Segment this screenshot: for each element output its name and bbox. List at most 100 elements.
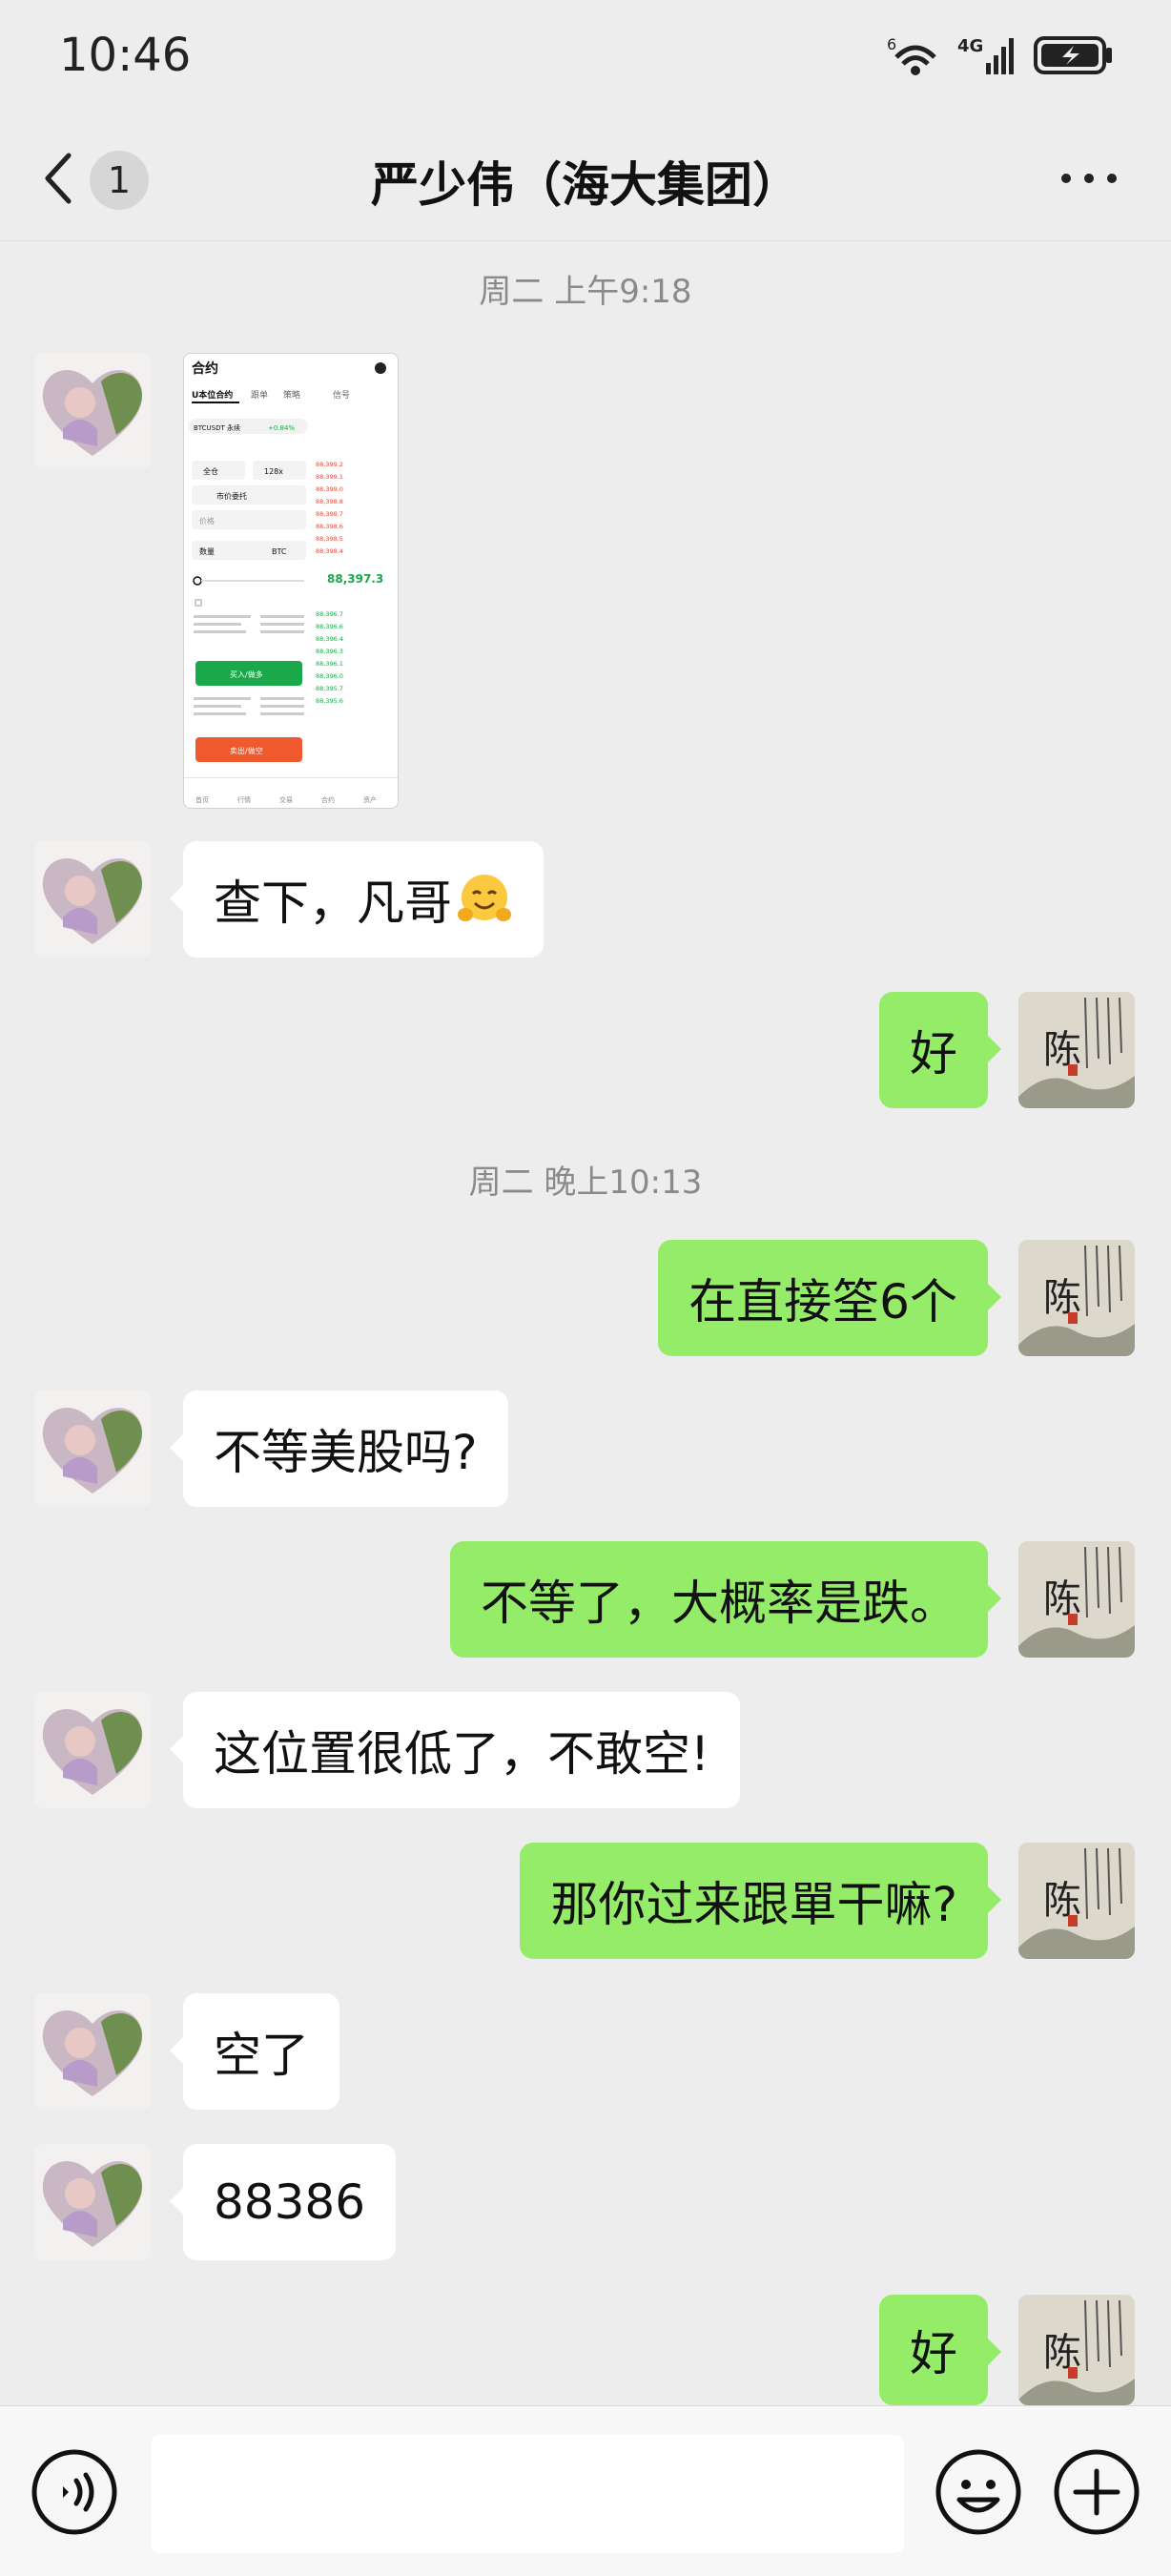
svg-text:88,396.3: 88,396.3 (316, 648, 343, 655)
svg-text:88,396.7: 88,396.7 (316, 610, 343, 618)
svg-text:88,398.5: 88,398.5 (316, 535, 343, 543)
signal-icon: 4G (957, 34, 1017, 76)
svg-text:跟单: 跟单 (251, 389, 268, 401)
contact-avatar[interactable] (34, 353, 151, 469)
message-input[interactable] (151, 2435, 904, 2553)
wifi-icon: 6 (887, 34, 940, 76)
my-avatar[interactable]: 陈 (1018, 2295, 1135, 2405)
svg-text:88,396.6: 88,396.6 (316, 623, 343, 630)
my-avatar[interactable]: 陈 (1018, 1541, 1135, 1658)
chat-title: 严少伟（海大集团） (371, 157, 800, 213)
contact-avatar[interactable] (34, 1993, 151, 2110)
my-avatar[interactable]: 陈 (1018, 1843, 1135, 1959)
calligraphy-avatar: 陈 (1018, 1240, 1135, 1356)
svg-text:88,399.1: 88,399.1 (316, 473, 343, 481)
timestamp: 周二 晚上10:13 (468, 1164, 703, 1202)
message-text: 空了 (214, 2028, 309, 2083)
calligraphy-avatar: 陈 (1018, 992, 1135, 1108)
svg-text:BTC: BTC (272, 547, 287, 556)
plus-icon (1054, 2449, 1140, 2535)
message-bubble[interactable]: 在直接筌6个 (658, 1240, 1001, 1356)
svg-text:88,398.8: 88,398.8 (316, 498, 343, 505)
heart-photo-avatar (34, 1692, 151, 1808)
svg-text:交易: 交易 (279, 795, 293, 804)
more-functions-button[interactable] (1053, 2448, 1140, 2536)
message-text: 不等美股吗? (214, 1425, 478, 1480)
more-options-button[interactable] (1051, 155, 1127, 202)
message-bubble[interactable]: 不等美股吗? (170, 1391, 508, 1507)
svg-text:88,395.7: 88,395.7 (316, 685, 343, 692)
svg-text:88,396.4: 88,396.4 (316, 635, 343, 643)
svg-text:6: 6 (887, 35, 896, 53)
svg-text:88,399.2: 88,399.2 (316, 461, 343, 468)
message-bubble[interactable]: 那你过来跟單干嘛? (520, 1843, 1001, 1959)
smiley-icon (935, 2449, 1021, 2535)
chat-header: 1 严少伟（海大集团） (0, 116, 1171, 241)
svg-text:全仓: 全仓 (203, 466, 218, 476)
status-time: 10:46 (59, 29, 192, 82)
svg-text:市价委托: 市价委托 (216, 491, 247, 501)
hugging-face-emoji-icon (458, 875, 511, 921)
svg-text:128x: 128x (264, 467, 283, 476)
svg-text:88,398.4: 88,398.4 (316, 547, 343, 555)
message-bubble[interactable]: 88386 (169, 2144, 397, 2260)
message-text: 88386 (214, 2174, 366, 2230)
message-text: 不等了，大概率是跌。 (481, 1576, 957, 1631)
svg-text:卖出/做空: 卖出/做空 (230, 746, 263, 755)
calligraphy-avatar: 陈 (1018, 2295, 1135, 2405)
voice-icon (31, 2449, 117, 2535)
my-avatar[interactable]: 陈 (1018, 992, 1135, 1108)
svg-text:88,396.0: 88,396.0 (316, 672, 343, 680)
input-bar (0, 2405, 1171, 2576)
svg-text:88,397.3: 88,397.3 (327, 572, 383, 586)
timestamp: 周二 上午9:18 (479, 273, 692, 311)
back-button[interactable] (29, 145, 86, 212)
heart-photo-avatar (34, 2144, 151, 2260)
heart-photo-avatar (34, 353, 151, 469)
heart-photo-avatar (34, 841, 151, 958)
message-text: 好 (910, 2326, 957, 2381)
heart-photo-avatar (34, 1391, 151, 1507)
status-bar: 10:46 6 4G (0, 0, 1171, 116)
unread-count-badge[interactable]: 1 (90, 151, 149, 210)
contact-avatar[interactable] (34, 841, 151, 958)
message-text: 在直接筌6个 (688, 1274, 957, 1329)
my-avatar[interactable]: 陈 (1018, 1240, 1135, 1356)
svg-text:+0.84%: +0.84% (268, 424, 295, 432)
svg-text:行情: 行情 (237, 795, 251, 804)
svg-text:88,395.6: 88,395.6 (316, 697, 343, 705)
message-bubble[interactable]: 这位置很低了，不敢空! (169, 1692, 741, 1808)
svg-text:88,398.7: 88,398.7 (316, 510, 343, 518)
more-icon (1061, 174, 1117, 183)
message-bubble[interactable]: 好 (879, 992, 1001, 1108)
message-bubble[interactable]: 不等了，大概率是跌。 (450, 1541, 1001, 1658)
svg-text:88,399.0: 88,399.0 (316, 485, 343, 493)
contact-avatar[interactable] (34, 1692, 151, 1808)
svg-text:资产: 资产 (363, 795, 377, 804)
message-text: 查下，凡哥 (214, 876, 452, 931)
emoji-button[interactable] (935, 2448, 1022, 2536)
contact-avatar[interactable] (34, 2144, 151, 2260)
message-text: 那你过来跟單干嘛? (550, 1877, 957, 1932)
svg-text:88,396.1: 88,396.1 (316, 660, 343, 668)
message-text: 好 (910, 1026, 957, 1082)
thumb-title: 合约 (192, 361, 218, 377)
voice-input-button[interactable] (31, 2448, 118, 2536)
svg-text:BTCUSDT 永续: BTCUSDT 永续 (194, 423, 240, 432)
svg-text:策略: 策略 (283, 389, 300, 401)
svg-text:合约: 合约 (321, 795, 335, 804)
svg-text:数量: 数量 (199, 546, 215, 556)
message-bubble[interactable]: 好 (879, 2295, 1001, 2405)
status-icons: 6 4G (887, 34, 1114, 76)
message-text: 这位置很低了，不敢空! (214, 1726, 710, 1782)
battery-icon (1034, 34, 1114, 76)
message-bubble[interactable]: 查下，凡哥 (170, 841, 544, 958)
svg-text:信号: 信号 (333, 389, 350, 401)
svg-text:88,398.6: 88,398.6 (316, 523, 343, 530)
chevron-left-icon (45, 153, 72, 204)
message-bubble[interactable]: 空了 (170, 1993, 339, 2110)
svg-text:4G: 4G (957, 36, 983, 56)
contact-avatar[interactable] (34, 1391, 151, 1507)
trading-screenshot-image[interactable]: 合约 U本位合约 跟单 策略 信号 BTCUSDT 永续 +0.84% 全仓 1… (183, 353, 399, 809)
calligraphy-avatar: 陈 (1018, 1843, 1135, 1959)
